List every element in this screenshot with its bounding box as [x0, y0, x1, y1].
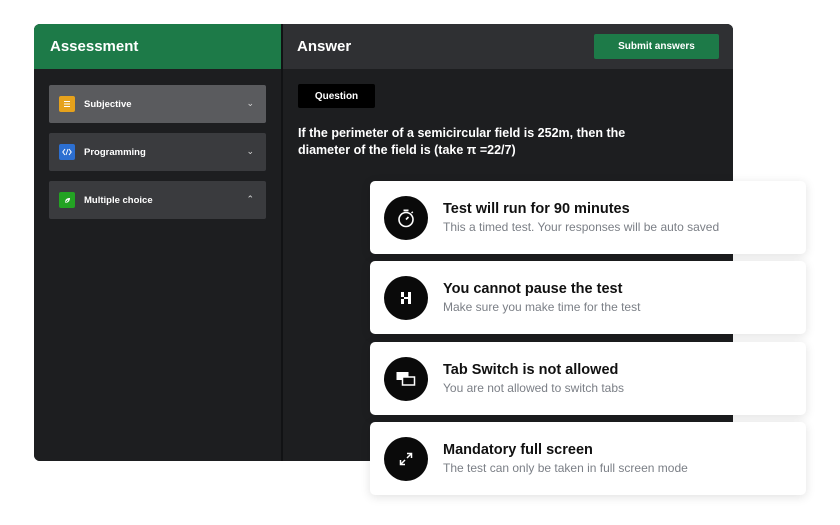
- tab-switch-icon: [384, 356, 428, 401]
- info-card-timer: Test will run for 90 minutes This a time…: [370, 181, 806, 254]
- category-multiple-choice[interactable]: Multiple choice ⌃: [49, 181, 266, 219]
- info-card-subtitle: This a timed test. Your responses will b…: [443, 220, 720, 234]
- assessment-panel: Assessment Subjective ⌄ Programming ⌄ Mu…: [34, 24, 281, 461]
- check-leaf-icon: [59, 192, 75, 208]
- document-icon: [59, 96, 75, 112]
- info-card-tab-switch: Tab Switch is not allowed You are not al…: [370, 342, 806, 415]
- info-card-no-pause: You cannot pause the test Make sure you …: [370, 261, 806, 334]
- category-list: Subjective ⌄ Programming ⌄ Multiple choi…: [34, 69, 281, 219]
- stopwatch-icon: [384, 195, 428, 240]
- assessment-header: Assessment: [34, 24, 281, 69]
- chevron-up-icon: ⌃: [246, 195, 254, 205]
- answer-header: Answer Submit answers: [283, 24, 733, 69]
- category-label: Programming: [84, 146, 146, 158]
- category-subjective[interactable]: Subjective ⌄: [49, 85, 266, 123]
- category-label: Multiple choice: [84, 194, 153, 206]
- info-card-subtitle: Make sure you make time for the test: [443, 300, 641, 314]
- info-card-title: Tab Switch is not allowed: [443, 362, 619, 378]
- category-label: Subjective: [84, 98, 132, 110]
- submit-answers-button[interactable]: Submit answers: [594, 34, 719, 59]
- assessment-title: Assessment: [50, 38, 139, 55]
- fullscreen-icon: [384, 436, 428, 481]
- question-tag: Question: [298, 84, 375, 108]
- chevron-down-icon: ⌄: [246, 99, 254, 109]
- pause-icon: [384, 275, 428, 320]
- info-card-subtitle: The test can only be taken in full scree…: [443, 461, 688, 475]
- category-programming[interactable]: Programming ⌄: [49, 133, 266, 171]
- info-card-title: Mandatory full screen: [443, 442, 593, 458]
- code-icon: [59, 144, 75, 160]
- info-card-title: You cannot pause the test: [443, 281, 623, 297]
- info-card-subtitle: You are not allowed to switch tabs: [443, 381, 625, 395]
- answer-title: Answer: [297, 38, 352, 55]
- info-card-fullscreen: Mandatory full screen The test can only …: [370, 422, 806, 495]
- chevron-down-icon: ⌄: [246, 147, 254, 157]
- question-text: If the perimeter of a semicircular field…: [298, 126, 626, 157]
- info-card-title: Test will run for 90 minutes: [443, 201, 630, 217]
